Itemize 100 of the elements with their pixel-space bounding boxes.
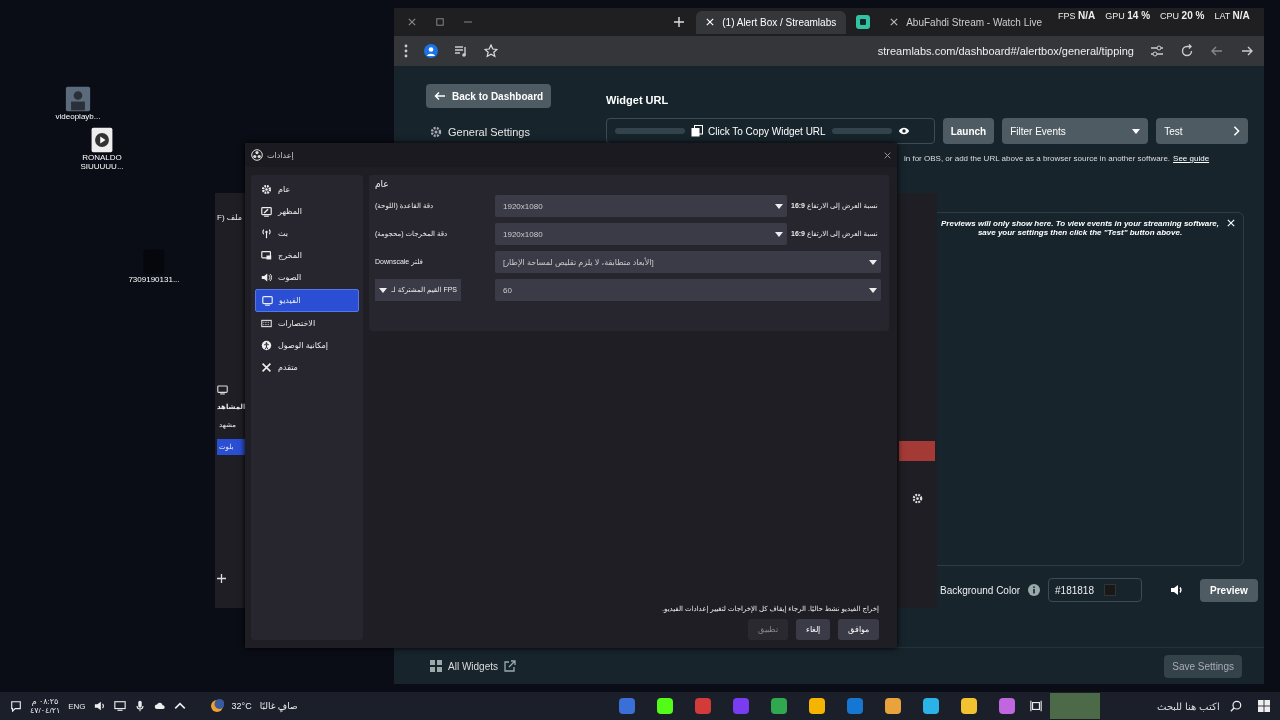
color-input[interactable]: #181818 [1048,578,1143,602]
nav-item[interactable]: General Settings [426,126,606,138]
color-bar [899,441,935,461]
blurred-url [831,128,892,134]
star-icon[interactable] [484,44,498,58]
app-icon[interactable] [884,697,902,715]
tools-icon [261,362,272,373]
test-button[interactable]: Test [1156,118,1248,144]
close-icon[interactable] [884,151,891,159]
network-icon[interactable] [113,700,126,712]
music-list-icon[interactable] [454,44,468,58]
speaker-icon [261,272,272,283]
app-logo-icon [251,149,263,161]
caret-icon [1132,128,1141,134]
gear-icon [261,184,272,195]
weather-moon-icon[interactable] [209,699,224,713]
cloud-icon[interactable] [153,700,166,712]
resolution-dropdown[interactable]: 1920x1080 [495,223,787,245]
copy-icon [691,125,703,137]
arrow-left-icon [434,90,446,102]
value-dropdown[interactable]: 60 [495,279,881,301]
grid-icon [430,660,442,672]
notification-icon[interactable] [10,700,22,712]
speaker-icon[interactable] [1170,583,1185,597]
sidebar-item[interactable]: الفيديو [255,289,359,312]
maximize-icon[interactable] [436,18,444,26]
filter-dropdown[interactable]: Filter Events [1002,118,1149,144]
sidebar-item[interactable]: الاختصارات [255,313,359,334]
app-icon[interactable] [998,697,1016,715]
all-widgets-link[interactable]: All Widgets [430,660,516,672]
antenna-icon [261,228,272,239]
windows-logo-icon[interactable] [1258,700,1270,712]
search-field[interactable]: اكتب هنا للبحث [1108,698,1222,714]
weather-text[interactable]: صافٍ غالبًا [259,701,298,711]
monitor-icon [217,383,228,397]
sidebar-item[interactable]: عام [255,179,359,200]
dialog-button[interactable]: موافق [838,619,879,640]
reload-icon[interactable] [1180,44,1194,58]
sidebar-item[interactable]: إمكانية الوصول [255,335,359,356]
plus-icon[interactable] [674,17,685,27]
plus-icon[interactable] [217,574,226,583]
sidebar-item[interactable]: الصوت [255,267,359,288]
dialog-button[interactable]: إلغاء [796,619,830,640]
sidebar-item[interactable]: المخرج [255,245,359,266]
app-icon[interactable] [656,697,674,715]
desktop-icon-label[interactable]: RONALDO SIUUUUU... [67,153,137,171]
file-menu[interactable]: ملف (F [215,193,242,222]
play-file-icon[interactable] [89,127,115,153]
search-icon[interactable] [1230,700,1242,712]
chevron-right-icon [1233,126,1240,136]
language-indicator[interactable]: ENG [68,701,86,711]
guide-link[interactable]: See guide [1173,154,1210,163]
clock-time[interactable]: ٠٨:٢٥ م [31,697,59,706]
address-bar[interactable]: streamlabs.com/dashboard#/alertbox/general/tipping [877,45,1134,57]
microphone-icon[interactable] [133,700,146,712]
site-settings-icon[interactable] [1150,44,1164,58]
section-heading: Widget URL [606,94,670,106]
group-title: عام [375,179,389,189]
sidebar-item[interactable]: متقدم [255,357,359,378]
sidebar-item[interactable]: المظهر [255,201,359,222]
back-button[interactable]: Back to Dashboard [426,84,552,108]
caret-icon [775,231,783,237]
task-view-icon[interactable] [1030,700,1042,712]
launch-button[interactable]: Launch [942,118,995,144]
browser-tab[interactable]: AbuFahdi Stream - Watch Live [880,10,1052,34]
chevron-up-icon[interactable] [173,700,186,712]
back-arrow-icon[interactable] [1210,44,1224,58]
field-label: Background Color [940,584,1021,596]
stats-overlay: FPS N/A GPU 14 % CPU 20 % LAT N/A [1058,10,1250,21]
screen-output-icon [261,250,272,261]
accessibility-icon [261,340,272,351]
resolution-dropdown[interactable]: 1920x1080 [495,195,787,217]
app-icon[interactable] [856,15,871,29]
volume-icon[interactable] [93,700,106,712]
desktop-icon-label[interactable]: 7309190131... [119,275,189,284]
preview-notice: Previews will only show here. To view events in your streaming software, save your settings then click the "Test" button above. [941,219,1219,237]
close-icon[interactable] [890,18,899,26]
caret-icon [379,287,387,293]
clock-date[interactable]: ٤٧/٠٤/٢١ [30,706,61,715]
filter-dropdown[interactable]: [الأبعاد متطابقة، لا يلزم تقليص لمساحة الإطار] [495,251,881,273]
caret-icon [869,287,877,293]
app-icon[interactable] [922,697,940,715]
photo-thumbnail-icon[interactable] [65,86,91,112]
keyboard-icon [261,318,272,329]
sidebar-item[interactable]: بث [255,223,359,244]
gear-icon[interactable] [911,493,923,504]
eye-icon[interactable] [897,126,910,136]
save-settings-button[interactable]: Save Settings [1164,654,1242,678]
app-icon[interactable] [808,697,826,715]
preview-button[interactable]: Preview [1200,578,1258,602]
temperature[interactable]: 32°C [231,701,252,711]
desktop-icon-label[interactable]: videoplayb... [43,112,113,121]
browser-tab[interactable]: (1) Alert Box / Streamlabs [696,10,847,34]
image-placeholder [1050,693,1100,719]
forward-arrow-icon[interactable] [1240,44,1254,58]
profile-avatar-icon[interactable] [424,44,438,58]
app-icon[interactable] [770,697,788,715]
app-icon[interactable] [960,697,978,715]
gear-icon [430,126,442,138]
menu-icon[interactable] [404,44,408,58]
